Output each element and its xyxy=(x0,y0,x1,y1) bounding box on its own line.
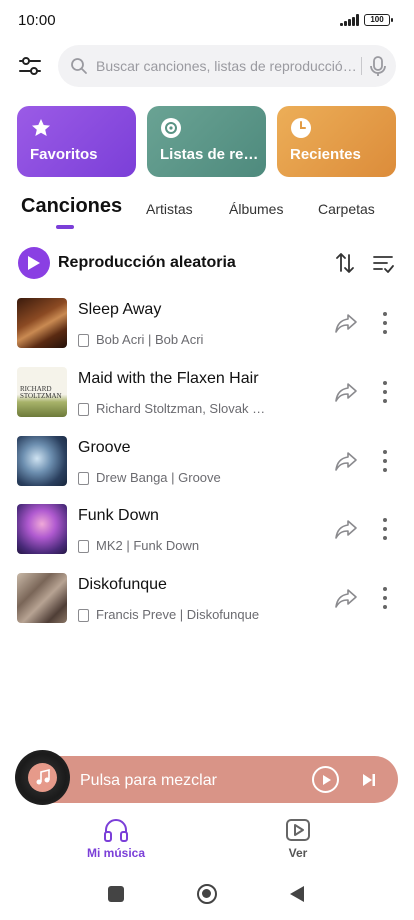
song-title: Groove xyxy=(78,439,131,456)
recents-card[interactable]: Recientes xyxy=(277,106,396,177)
shuffle-label[interactable]: Reproducción aleatoria xyxy=(58,254,236,272)
search-icon xyxy=(71,58,87,74)
tab-artists[interactable]: Artistas xyxy=(146,201,193,217)
song-row[interactable]: Sleep Away Bob Acri | Bob Acri xyxy=(0,298,414,360)
home-button[interactable] xyxy=(197,884,217,904)
status-bar: 10:00 100 xyxy=(0,0,414,40)
more-options-icon[interactable] xyxy=(378,585,392,611)
skip-next-icon[interactable] xyxy=(362,773,376,787)
song-subtitle: Bob Acri | Bob Acri xyxy=(78,332,268,350)
more-options-icon[interactable] xyxy=(378,448,392,474)
recent-apps-button[interactable] xyxy=(108,886,124,902)
share-icon[interactable] xyxy=(334,381,358,403)
album-cover-lettering: RICHARD STOLTZMAN xyxy=(20,385,62,400)
search-input[interactable]: Buscar canciones, listas de reproducción… xyxy=(96,58,362,74)
song-title: Diskofunque xyxy=(78,576,167,593)
song-subtitle: Francis Preve | Diskofunque xyxy=(78,607,268,625)
svg-text:STOLTZMAN: STOLTZMAN xyxy=(20,392,62,400)
share-icon[interactable] xyxy=(334,450,358,472)
nav-my-music[interactable]: Mi música xyxy=(76,818,156,864)
more-options-icon[interactable] xyxy=(378,516,392,542)
tab-songs[interactable]: Canciones xyxy=(21,195,122,218)
signal-icon xyxy=(340,14,360,26)
song-subtitle: Richard Stoltzman, Slovak Radio Symphony… xyxy=(78,401,268,419)
song-row[interactable]: Groove Drew Banga | Groove xyxy=(0,436,414,498)
local-file-icon xyxy=(78,540,89,553)
nav-my-music-label: Mi música xyxy=(86,846,146,860)
playlist-disc-icon xyxy=(161,118,181,138)
play-icon xyxy=(323,775,331,785)
recents-label: Recientes xyxy=(290,146,361,163)
status-time: 10:00 xyxy=(18,12,56,29)
player-play-button[interactable] xyxy=(312,766,339,793)
song-row[interactable]: Diskofunque Francis Preve | Diskofunque xyxy=(0,573,414,635)
player-prompt[interactable]: Pulsa para mezclar xyxy=(80,772,217,790)
album-art xyxy=(17,436,67,486)
nav-watch[interactable]: Ver xyxy=(258,818,338,864)
sliders-icon xyxy=(19,57,41,75)
player-disc-center xyxy=(28,763,57,792)
album-art xyxy=(17,573,67,623)
headphones-icon xyxy=(104,819,128,842)
favorites-label: Favoritos xyxy=(30,146,98,163)
clock-icon xyxy=(291,118,311,138)
more-options-icon[interactable] xyxy=(378,310,392,336)
more-options-icon[interactable] xyxy=(378,379,392,405)
local-file-icon xyxy=(78,334,89,347)
star-icon xyxy=(32,119,50,136)
song-title: Sleep Away xyxy=(78,301,162,318)
album-art xyxy=(17,504,67,554)
album-art xyxy=(17,298,67,348)
nav-watch-label: Ver xyxy=(288,846,308,860)
filter-settings-button[interactable] xyxy=(16,52,44,80)
tab-folders[interactable]: Carpetas xyxy=(318,201,375,217)
music-note-icon xyxy=(36,769,50,785)
local-file-icon xyxy=(78,609,89,622)
song-row[interactable]: RICHARD STOLTZMAN Maid with the Flaxen H… xyxy=(0,367,414,429)
favorites-card[interactable]: Favoritos xyxy=(17,106,136,177)
playlists-label: Listas de reproducción xyxy=(160,146,260,163)
search-divider xyxy=(361,57,362,75)
local-file-icon xyxy=(78,472,89,485)
song-title: Maid with the Flaxen Hair xyxy=(78,370,259,387)
back-button[interactable] xyxy=(289,885,305,903)
shuffle-play-button[interactable] xyxy=(18,247,50,279)
search-bar[interactable]: Buscar canciones, listas de reproducción… xyxy=(58,45,396,87)
active-tab-indicator xyxy=(56,225,74,229)
playlists-card[interactable]: Listas de reproducción xyxy=(147,106,266,177)
share-icon[interactable] xyxy=(334,587,358,609)
battery-icon: 100 xyxy=(364,14,393,26)
share-icon[interactable] xyxy=(334,518,358,540)
sort-icon[interactable] xyxy=(333,251,357,275)
song-title: Funk Down xyxy=(78,507,159,524)
song-row[interactable]: Funk Down MK2 | Funk Down xyxy=(0,504,414,566)
album-art: RICHARD STOLTZMAN xyxy=(17,367,67,417)
mic-icon[interactable] xyxy=(368,55,388,77)
video-play-icon xyxy=(286,819,310,841)
multi-select-icon[interactable] xyxy=(371,251,395,275)
local-file-icon xyxy=(78,403,89,416)
player-disc[interactable] xyxy=(15,750,70,805)
share-icon[interactable] xyxy=(334,312,358,334)
song-subtitle: Drew Banga | Groove xyxy=(78,470,268,488)
play-icon xyxy=(28,256,40,270)
song-subtitle: MK2 | Funk Down xyxy=(78,538,268,556)
library-tabs: Canciones Artistas Álbumes Carpetas xyxy=(0,195,414,235)
tab-albums[interactable]: Álbumes xyxy=(229,201,283,217)
